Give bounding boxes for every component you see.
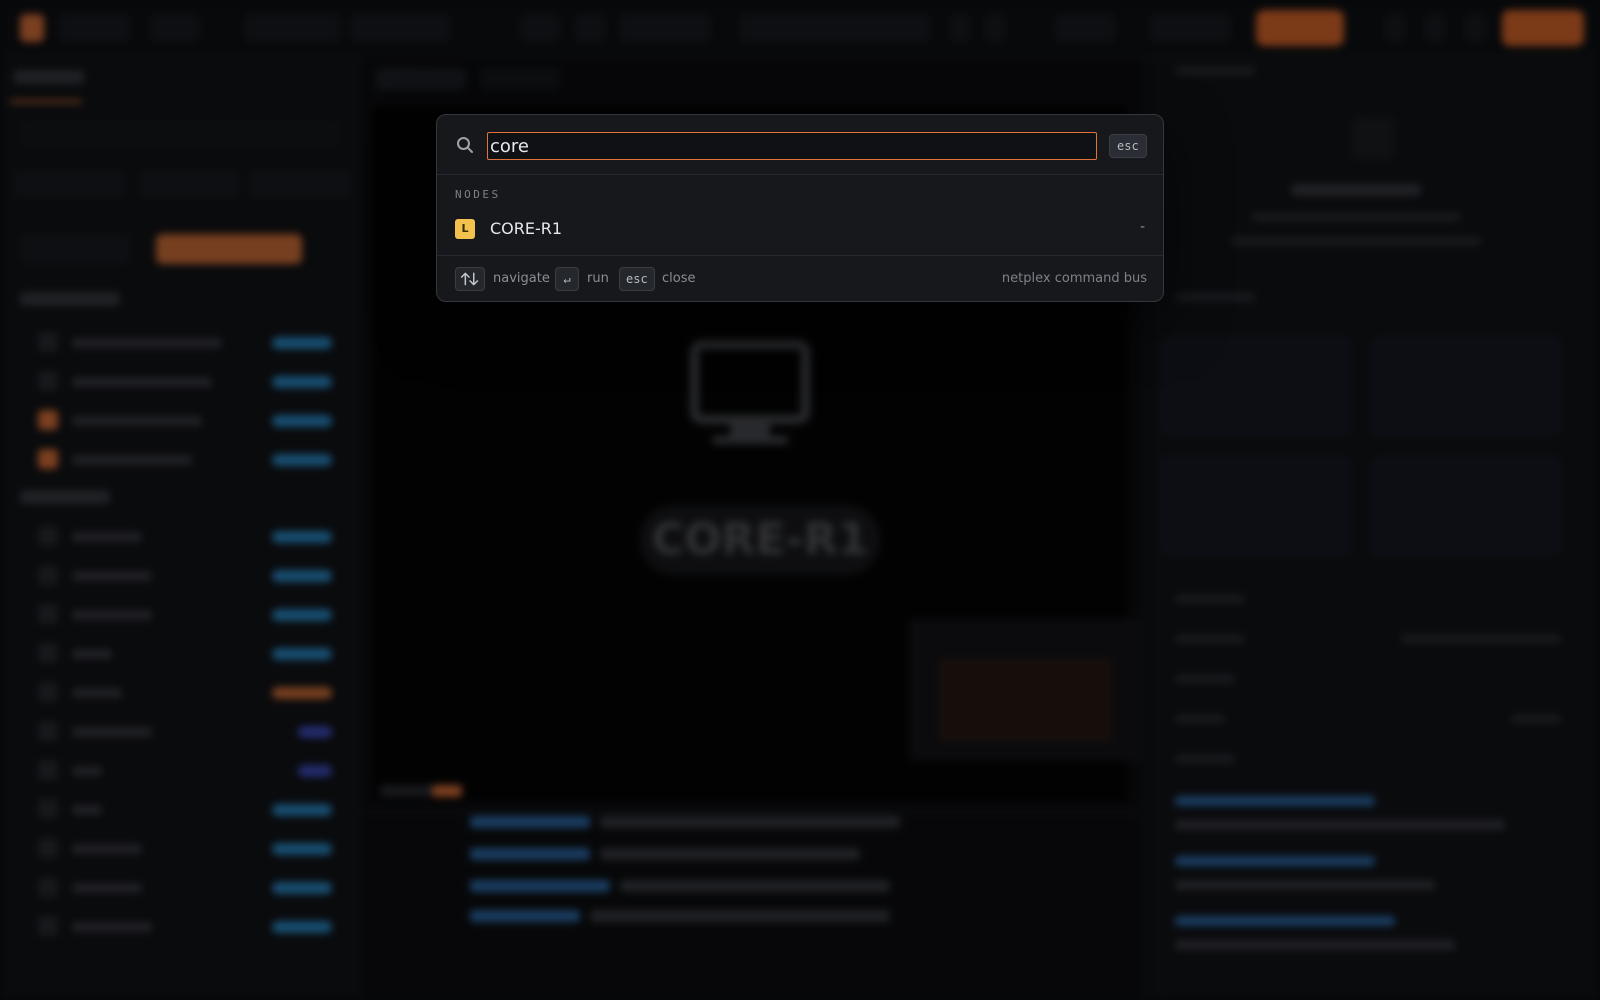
palette-search-input[interactable]	[487, 132, 1097, 160]
section-label-nodes: NODES	[455, 188, 501, 201]
result-meta: -	[1139, 219, 1145, 235]
esc-key-hint: esc	[619, 267, 655, 291]
result-name: CORE-R1	[490, 219, 563, 238]
esc-key-badge[interactable]: esc	[1109, 134, 1147, 158]
arrows-up-down-icon	[455, 267, 485, 291]
close-hint: close	[662, 271, 696, 286]
node-type-badge: L	[455, 219, 475, 239]
palette-search-row: esc	[437, 115, 1163, 175]
navigate-hint: navigate	[493, 271, 550, 286]
run-hint: run	[587, 271, 609, 286]
result-item-core-r1[interactable]: L CORE-R1 -	[437, 209, 1163, 249]
palette-footer: navigate ↵ run esc close netplex command…	[437, 255, 1163, 301]
footer-brand: netplex command bus	[1001, 271, 1147, 286]
command-palette: esc NODES L CORE-R1 - navigate ↵ run esc…	[436, 114, 1164, 302]
search-icon	[457, 137, 473, 153]
enter-icon: ↵	[555, 267, 579, 291]
